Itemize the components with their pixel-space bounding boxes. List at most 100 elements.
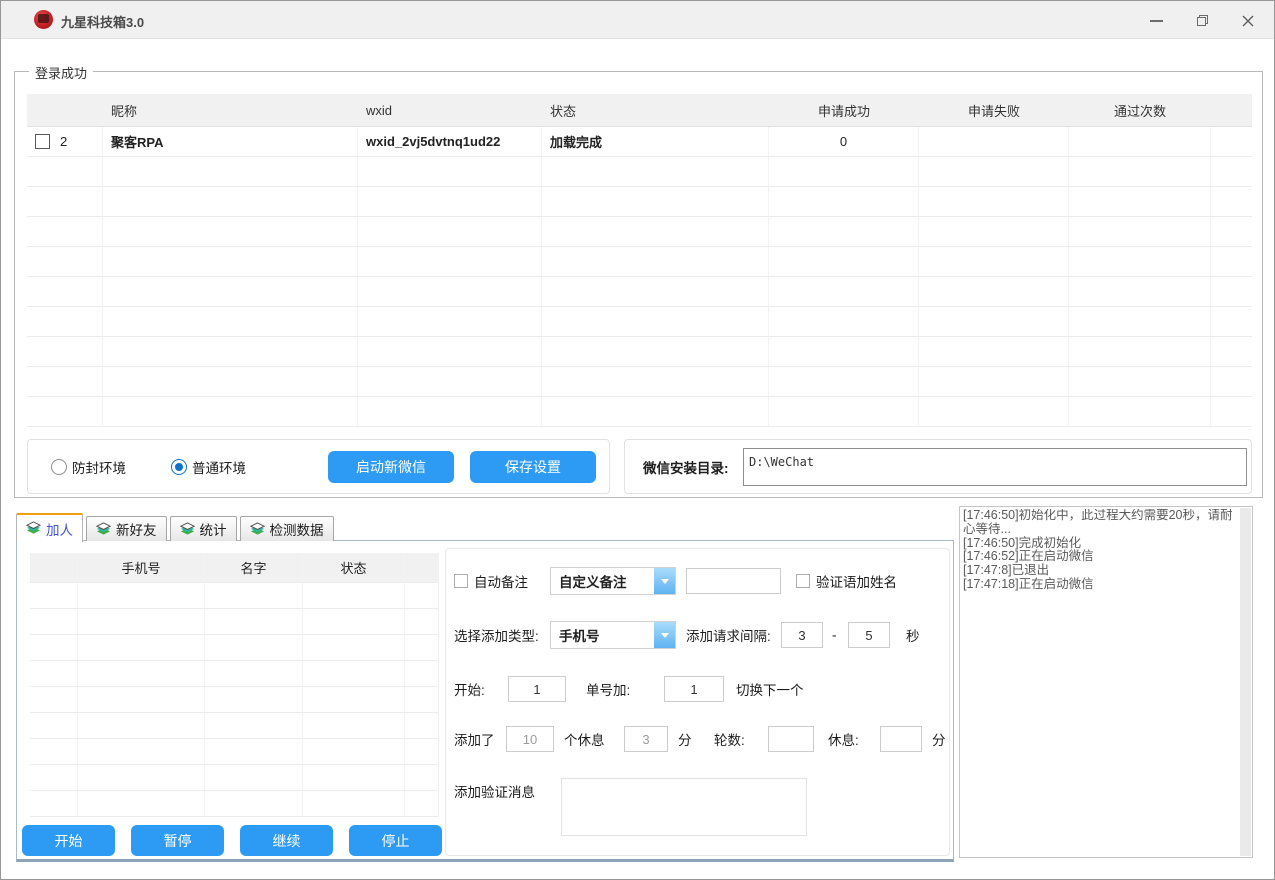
start-index-input[interactable] (508, 676, 566, 702)
empty-cell (30, 609, 78, 635)
empty-cell (769, 397, 919, 427)
phone-empty-row (30, 583, 438, 609)
minutes-unit-b: 分 (932, 729, 946, 749)
empty-cell (1211, 397, 1252, 427)
close-button[interactable] (1231, 8, 1265, 33)
empty-cell (27, 217, 103, 247)
app-window: 九星科技箱3.0 登录成功 昵称wxid状态申请成功申请失败通过次数2聚客RPA… (0, 0, 1275, 880)
remark-type-select[interactable]: 自定义备注 (550, 567, 676, 595)
start-new-wechat-button[interactable]: 启动新微信 (328, 451, 454, 483)
verify-with-name-checkbox[interactable] (796, 574, 810, 588)
log-line: [17:46:52]正在启动微信 (963, 550, 1238, 564)
round-rest-input[interactable] (880, 726, 922, 752)
restore-icon (1196, 14, 1209, 27)
empty-cell (205, 739, 303, 765)
tab-check-data[interactable]: 检测数据 (240, 516, 334, 541)
phone-empty-row (30, 661, 438, 687)
install-dir-input[interactable] (743, 448, 1247, 486)
rounds-input[interactable] (768, 726, 814, 752)
layers-icon (96, 522, 111, 537)
empty-cell (78, 765, 205, 791)
tab-label: 检测数据 (270, 519, 324, 539)
remark-custom-input[interactable] (686, 568, 781, 594)
account-checkbox[interactable] (35, 134, 50, 149)
empty-cell (103, 247, 358, 277)
tab-label: 新好友 (116, 519, 157, 539)
save-settings-button[interactable]: 保存设置 (470, 451, 596, 483)
empty-cell (919, 217, 1069, 247)
empty-cell (1069, 247, 1211, 277)
empty-cell (303, 739, 405, 765)
added-count-label: 添加了 (454, 729, 495, 749)
start-index-label: 开始: (454, 679, 485, 699)
account-cell-status: 加载完成 (542, 127, 769, 157)
empty-cell (542, 337, 769, 367)
empty-cell (1069, 337, 1211, 367)
accounts-header-cell: wxid (358, 94, 542, 127)
phone-empty-row (30, 739, 438, 765)
phone-empty-row (30, 765, 438, 791)
empty-cell (919, 157, 1069, 187)
empty-cell (103, 157, 358, 187)
empty-cell (358, 367, 542, 397)
empty-cell (205, 583, 303, 609)
empty-cell (1069, 187, 1211, 217)
log-line: [17:46:50]完成初始化 (963, 537, 1238, 551)
add-type-select[interactable]: 手机号 (550, 621, 676, 649)
empty-cell (358, 217, 542, 247)
log-scrollbar[interactable] (1240, 508, 1251, 856)
minutes-unit-a: 分 (678, 729, 692, 749)
tab-label: 加人 (46, 519, 73, 539)
form-row-remark: 自动备注 自定义备注 验证语加姓名 (446, 567, 949, 595)
auto-remark-checkbox[interactable] (454, 574, 468, 588)
interval-max-input[interactable] (848, 622, 890, 648)
titlebar: 九星科技箱3.0 (1, 1, 1274, 39)
empty-cell (30, 765, 78, 791)
empty-cell (769, 337, 919, 367)
interval-min-input[interactable] (781, 622, 823, 648)
pause-button[interactable]: 暂停 (131, 825, 224, 856)
tab-new-friends[interactable]: 新好友 (86, 516, 167, 541)
account-row[interactable]: 2聚客RPAwxid_2vj5dvtnq1ud22加载完成0 (27, 127, 1252, 157)
minimize-button[interactable] (1139, 8, 1173, 33)
account-cell-apply-fail (919, 127, 1069, 157)
chevron-down-icon (654, 622, 675, 648)
empty-cell (205, 661, 303, 687)
tab-add-people[interactable]: 加人 (16, 513, 83, 542)
empty-cell (919, 397, 1069, 427)
empty-cell (303, 609, 405, 635)
empty-cell (103, 397, 358, 427)
empty-cell (78, 713, 205, 739)
empty-cell (303, 791, 405, 817)
rest-minutes-input[interactable] (624, 726, 668, 752)
restore-button[interactable] (1185, 8, 1219, 33)
empty-cell (1211, 307, 1252, 337)
empty-cell (27, 157, 103, 187)
empty-cell (1211, 277, 1252, 307)
accounts-empty-row (27, 187, 1252, 217)
accounts-empty-row (27, 247, 1252, 277)
stop-button[interactable]: 停止 (349, 825, 442, 856)
account-cell-pass-count (1069, 127, 1211, 157)
accounts-empty-row (27, 367, 1252, 397)
empty-cell (103, 277, 358, 307)
log-panel[interactable]: [17:46:50]初始化中，此过程大约需要20秒，请耐心等待...[17:46… (959, 506, 1253, 858)
resume-button[interactable]: 继续 (240, 825, 333, 856)
interval-label: 添加请求间隔: (686, 625, 771, 645)
added-count-input[interactable] (506, 726, 554, 752)
empty-cell (405, 635, 438, 661)
tab-statistics[interactable]: 统计 (170, 516, 237, 541)
phone-empty-row (30, 609, 438, 635)
start-button[interactable]: 开始 (22, 825, 115, 856)
rounds-label: 轮数: (714, 729, 745, 749)
empty-cell (205, 713, 303, 739)
round-rest-label: 休息: (828, 729, 859, 749)
empty-cell (1069, 397, 1211, 427)
radio-anti-block-env[interactable] (51, 459, 67, 475)
control-buttons: 开始暂停继续停止 (22, 825, 442, 856)
empty-cell (769, 307, 919, 337)
empty-cell (405, 739, 438, 765)
verify-message-textarea[interactable] (561, 778, 807, 836)
radio-normal-env[interactable] (171, 459, 187, 475)
per-account-input[interactable] (664, 676, 724, 702)
